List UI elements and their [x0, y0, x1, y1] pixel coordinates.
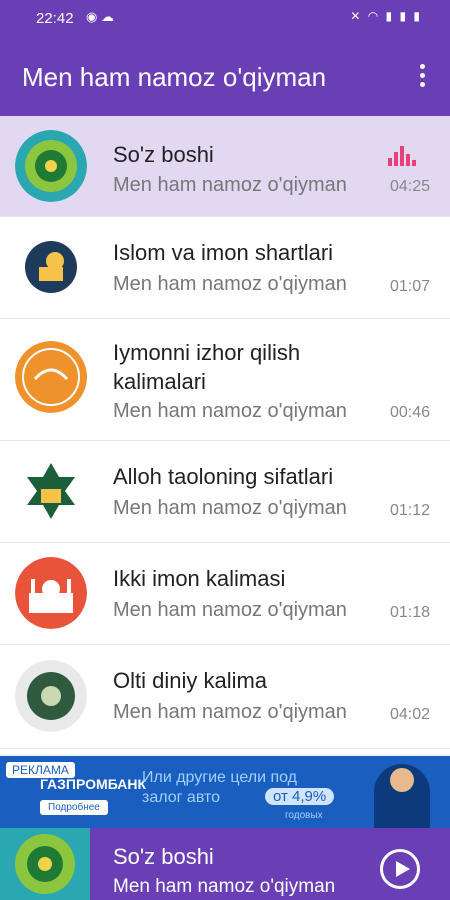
equalizer-icon: [388, 146, 416, 166]
track-row-3[interactable]: Iymonni izhor qilish kalimalari Men ham …: [0, 318, 450, 441]
track-artist: Men ham namoz o'qiyman: [113, 400, 347, 422]
track-artist: Men ham namoz o'qiyman: [113, 701, 347, 723]
track-duration: 01:18: [389, 604, 430, 621]
track-row-5[interactable]: Ikki imon kalimasi Men ham namoz o'qiyma…: [0, 542, 450, 645]
track-artwork: [15, 660, 87, 732]
track-artist: Men ham namoz o'qiyman: [113, 273, 347, 295]
track-list: So'z boshi Men ham namoz o'qiyman 04:25 …: [0, 116, 450, 754]
status-right-icons: ✕ ◠ ▮ ▮ ▮: [350, 9, 422, 23]
track-duration: 04:25: [389, 178, 430, 195]
status-bar: 22:42 ◉ ☁ ✕ ◠ ▮ ▮ ▮: [0, 0, 450, 36]
mini-player[interactable]: So'z boshi Men ham namoz o'qiyman: [0, 828, 450, 900]
track-artwork: [15, 231, 87, 303]
track-row-2[interactable]: Islom va imon shartlari Men ham namoz o'…: [0, 216, 450, 319]
page-title: Men ham namoz o'qiyman: [22, 62, 327, 92]
track-artist: Men ham namoz o'qiyman: [113, 174, 347, 196]
ad-person-image: [374, 764, 430, 828]
more-menu-icon[interactable]: [420, 64, 426, 88]
ad-brand: ГАЗПРОМБАНК: [40, 776, 146, 792]
track-title: Islom va imon shartlari: [113, 240, 334, 265]
ad-small-text: годовых: [285, 810, 323, 821]
track-artwork: [15, 557, 87, 629]
play-button-icon[interactable]: [380, 849, 420, 889]
track-duration: 04:02: [389, 706, 430, 723]
track-title: Olti diniy kalima: [113, 668, 268, 693]
status-time: 22:42: [36, 10, 74, 27]
track-row-6[interactable]: Olti diniy kalima Men ham namoz o'qiyman…: [0, 644, 450, 749]
ad-banner[interactable]: РЕКЛАМА ГАЗПРОМБАНК Подробнее Или другие…: [0, 756, 450, 828]
status-left-icons: ◉ ☁: [86, 9, 114, 24]
track-artwork: [15, 130, 87, 202]
player-artwork: [0, 828, 90, 900]
player-artist: Men ham namoz o'qiyman: [113, 876, 336, 897]
track-duration: 01:12: [389, 502, 430, 519]
ad-more-button[interactable]: Подробнее: [40, 800, 108, 815]
track-title: Ikki imon kalimasi: [113, 566, 286, 591]
track-artwork: [15, 455, 87, 527]
ad-rate: от 4,9%: [265, 788, 335, 805]
track-title: So'z boshi: [113, 142, 214, 167]
track-duration: 00:46: [389, 404, 430, 421]
track-artist: Men ham namoz o'qiyman: [113, 497, 347, 519]
app-bar: Men ham namoz o'qiyman: [0, 36, 450, 116]
player-title: So'z boshi: [113, 844, 214, 869]
track-row-1[interactable]: So'z boshi Men ham namoz o'qiyman 04:25: [0, 116, 450, 217]
track-title: Iymonni izhor qilish kalimalari: [113, 340, 301, 394]
track-artist: Men ham namoz o'qiyman: [113, 599, 347, 621]
track-duration: 01:07: [389, 278, 430, 295]
track-row-4[interactable]: Alloh taoloning sifatlari Men ham namoz …: [0, 440, 450, 543]
track-artwork: [15, 341, 87, 413]
track-title: Alloh taoloning sifatlari: [113, 464, 334, 489]
